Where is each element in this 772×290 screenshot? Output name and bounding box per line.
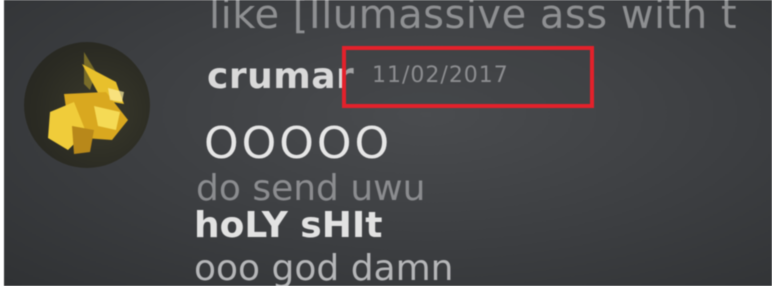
gold-chick-avatar-icon: [48, 52, 128, 154]
bottom-border: [0, 286, 772, 290]
author-name[interactable]: crumar: [207, 56, 354, 97]
user-avatar[interactable]: [24, 42, 150, 168]
chat-message: hoLY sHIt: [194, 205, 383, 246]
chat-message: do send uwu: [196, 168, 426, 209]
chat-message: OOOOO: [204, 118, 393, 169]
chat-screenshot: like [Ilumassive ass with t crumar 11/02…: [4, 0, 772, 286]
message-timestamp: 11/02/2017: [372, 63, 509, 88]
previous-message-text: like [Ilumassive ass with t: [209, 0, 738, 38]
chat-message: ooo god damn: [194, 248, 454, 286]
